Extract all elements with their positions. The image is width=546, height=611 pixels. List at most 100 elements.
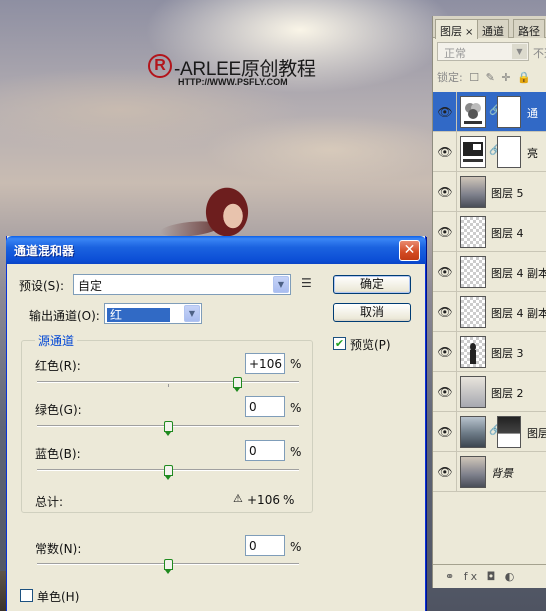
eye-icon[interactable]: 👁 — [437, 384, 453, 400]
tab-close-icon[interactable]: × — [465, 27, 473, 38]
adjustment-thumbnail — [460, 96, 486, 128]
layer-name: 图层 — [527, 427, 546, 440]
layer-row[interactable]: 👁 图层 4 — [433, 212, 546, 252]
checkmark-icon: ✔ — [334, 337, 345, 350]
eye-icon[interactable]: 👁 — [437, 344, 453, 360]
monochrome-label: 单色(H) — [37, 590, 80, 604]
divider — [456, 132, 457, 172]
levels-icon — [463, 142, 483, 162]
preview-label: 预览(P) — [350, 338, 391, 352]
constant-unit: % — [290, 540, 302, 554]
layer-name: 图层 3 — [491, 347, 524, 360]
eye-icon[interactable]: 👁 — [437, 304, 453, 320]
divider — [456, 92, 457, 132]
panel-tabs: 图层 × 通道 路径 — [433, 16, 546, 39]
eye-icon[interactable]: 👁 — [437, 184, 453, 200]
green-unit: % — [290, 401, 302, 415]
blue-value-input[interactable]: 0 — [245, 440, 285, 461]
total-unit: % — [283, 493, 295, 507]
monochrome-checkbox[interactable] — [20, 589, 33, 602]
opacity-label: 不透 — [533, 47, 546, 60]
tab-layers-label: 图层 — [440, 25, 462, 38]
layer-list: 👁 🔗 通 👁 🔗 亮 👁 图层 5 👁 图层 4 👁 图层 4 副本 👁 图层… — [433, 92, 546, 492]
green-value-input[interactable]: 0 — [245, 396, 285, 417]
tab-paths[interactable]: 路径 — [513, 19, 545, 38]
lock-all-icon[interactable]: 🔒 — [517, 71, 531, 84]
layer-thumbnail — [460, 256, 486, 288]
blue-slider-thumb[interactable] — [164, 465, 173, 480]
eye-icon[interactable]: 👁 — [437, 264, 453, 280]
tab-channels[interactable]: 通道 — [477, 19, 509, 38]
blue-unit: % — [290, 445, 302, 459]
output-channel-value: 红 — [107, 308, 171, 322]
layer-name: 背景 — [491, 467, 513, 480]
layer-row[interactable]: 👁 图层 4 副本 — [433, 292, 546, 332]
divider — [456, 292, 457, 332]
layer-row[interactable]: 👁 图层 3 — [433, 332, 546, 372]
panel-toolbar-icons[interactable]: ⚭ fx ◘ ◐ — [445, 570, 517, 583]
preset-options-icon[interactable]: ☰ — [301, 276, 312, 290]
output-channel-select[interactable]: 红 ▼ — [104, 303, 202, 324]
red-slider-thumb[interactable] — [233, 377, 242, 392]
total-value: +106 — [247, 493, 280, 507]
blend-mode-value: 正常 — [444, 47, 466, 60]
layer-row[interactable]: 👁 🔗 通 — [433, 92, 546, 132]
output-channel-label: 输出通道(O): — [29, 309, 100, 323]
layer-row[interactable]: 👁 🔗 图层 — [433, 412, 546, 452]
red-slider-track[interactable] — [37, 381, 299, 383]
divider — [456, 172, 457, 212]
blend-mode-select[interactable]: 正常 ▼ — [437, 42, 529, 61]
layer-row[interactable]: 👁 图层 4 副本 — [433, 252, 546, 292]
constant-slider-thumb[interactable] — [164, 559, 173, 574]
watermark-logo: R — [148, 54, 172, 78]
tab-layers[interactable]: 图层 × — [435, 19, 479, 39]
layer-name: 图层 2 — [491, 387, 524, 400]
red-value-input[interactable]: +106 — [245, 353, 285, 374]
layer-thumbnail — [460, 456, 486, 488]
layer-mask-thumbnail[interactable] — [497, 416, 521, 448]
layers-panel: 图层× 通道 路径 正常 ▼ 不透 锁定: ☐ ✎ ✛ 🔒 👁 — [432, 16, 546, 588]
adjustment-thumbnail — [460, 136, 486, 168]
eye-icon[interactable]: 👁 — [437, 464, 453, 480]
cancel-button[interactable]: 取消 — [333, 303, 411, 322]
blue-label: 蓝色(B): — [35, 447, 81, 461]
red-unit: % — [290, 357, 302, 371]
divider — [456, 452, 457, 492]
lock-transparency-icon[interactable]: ☐ — [469, 71, 479, 84]
layer-mask-thumbnail[interactable] — [497, 136, 521, 168]
eye-icon[interactable]: 👁 — [437, 104, 453, 120]
layer-mask-thumbnail[interactable] — [497, 96, 521, 128]
watermark-url: HTTP://WWW.PSFLY.COM — [178, 77, 288, 87]
layer-row[interactable]: 👁 🔗 亮 — [433, 132, 546, 172]
divider — [456, 412, 457, 452]
lock-label: 锁定: — [437, 71, 463, 84]
eye-icon[interactable]: 👁 — [437, 144, 453, 160]
layer-thumbnail — [460, 216, 486, 248]
divider — [456, 372, 457, 412]
constant-value-input[interactable]: 0 — [245, 535, 285, 556]
layer-row[interactable]: 👁 图层 5 — [433, 172, 546, 212]
layer-name: 图层 4 副本 — [491, 307, 546, 320]
eye-icon[interactable]: 👁 — [437, 224, 453, 240]
close-button[interactable]: ✕ — [399, 240, 420, 261]
layer-name: 亮 — [527, 147, 538, 160]
layer-thumbnail — [460, 176, 486, 208]
preview-checkbox[interactable]: ✔ — [333, 337, 346, 350]
layer-row[interactable]: 👁 图层 2 — [433, 372, 546, 412]
layer-name: 图层 4 — [491, 227, 524, 240]
preset-select[interactable]: 自定 ▼ — [73, 274, 291, 295]
divider — [456, 252, 457, 292]
lock-move-icon[interactable]: ✛ — [501, 71, 510, 84]
green-label: 绿色(G): — [35, 403, 82, 417]
divider — [456, 212, 457, 252]
eye-icon[interactable]: 👁 — [437, 424, 453, 440]
lock-row: 锁定: ☐ ✎ ✛ 🔒 — [437, 69, 546, 87]
warning-icon: ⚠ — [233, 492, 243, 505]
ok-button[interactable]: 确定 — [333, 275, 411, 294]
tab-paths-label: 路径 — [518, 25, 540, 38]
green-slider-thumb[interactable] — [164, 421, 173, 436]
layer-row[interactable]: 👁 背景 — [433, 452, 546, 492]
dialog-titlebar[interactable]: 通道混和器 ✕ — [6, 236, 426, 264]
divider — [456, 332, 457, 372]
lock-brush-icon[interactable]: ✎ — [486, 71, 495, 84]
